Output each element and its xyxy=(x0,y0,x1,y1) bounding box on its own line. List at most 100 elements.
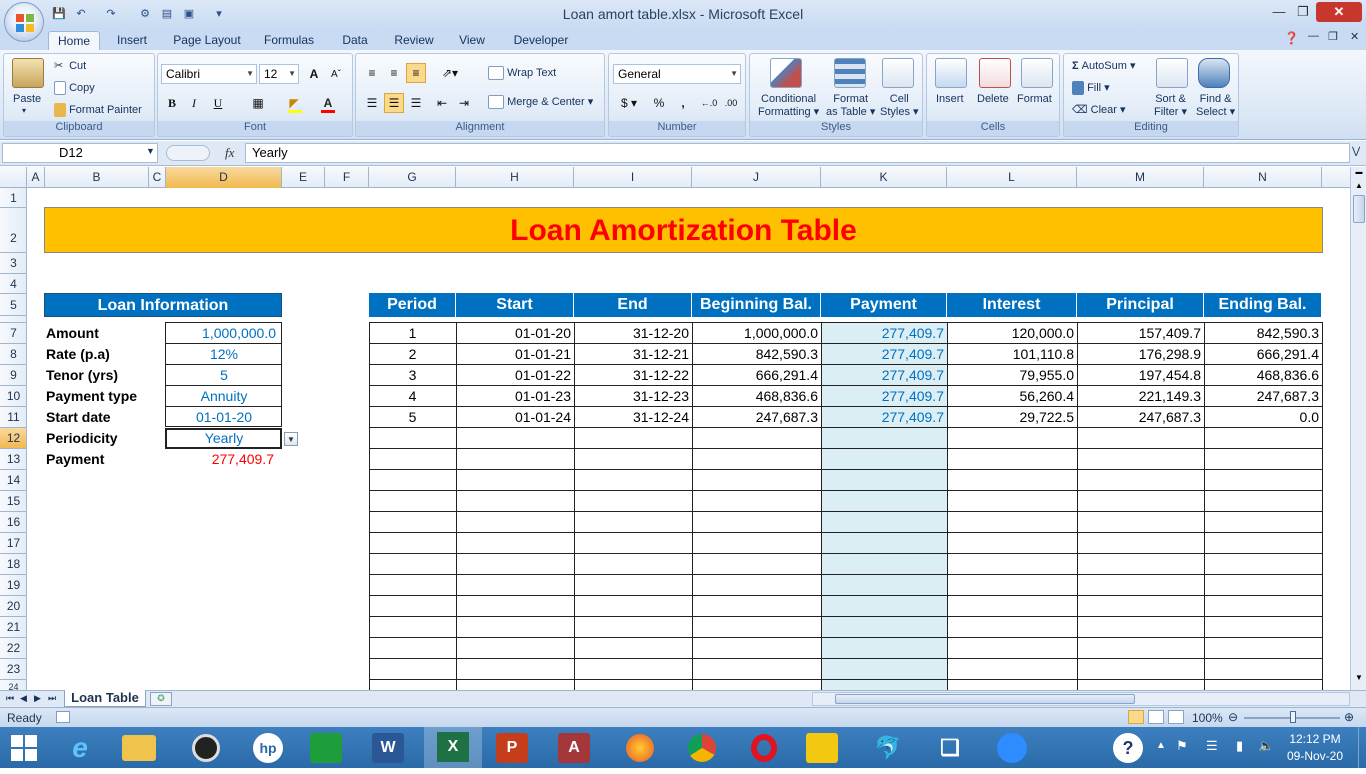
comma-button[interactable]: , xyxy=(673,93,693,113)
formula-input[interactable]: Yearly xyxy=(245,143,1350,163)
delete-cells-icon[interactable] xyxy=(979,58,1011,88)
tab-developer[interactable]: Developer xyxy=(504,31,578,50)
underline-button[interactable]: U xyxy=(208,93,228,113)
format-as-table-icon[interactable] xyxy=(834,58,866,88)
tab-review[interactable]: Review xyxy=(388,31,440,50)
cut-button[interactable]: ✂ Cut xyxy=(54,59,86,73)
table-cell[interactable]: 157,409.7 xyxy=(1077,323,1204,343)
paste-icon[interactable] xyxy=(12,58,44,88)
table-cell[interactable]: 0.0 xyxy=(1204,407,1322,427)
firefox-icon[interactable] xyxy=(620,731,660,764)
row-header-2[interactable]: 2 xyxy=(0,208,26,253)
page-layout-view-icon[interactable] xyxy=(1148,710,1164,724)
macro-record-icon[interactable] xyxy=(56,711,70,723)
row-header-3[interactable]: 3 xyxy=(0,253,26,274)
show-desktop-button[interactable] xyxy=(1358,727,1366,768)
battery-icon[interactable]: ▮ xyxy=(1236,738,1243,754)
table-cell[interactable]: 1 xyxy=(369,323,456,343)
format-cells-icon[interactable] xyxy=(1021,58,1053,88)
column-header-f[interactable]: F xyxy=(325,167,369,188)
file-explorer-icon[interactable] xyxy=(122,735,156,761)
zoom-level[interactable]: 100% xyxy=(1192,711,1223,725)
table-cell[interactable]: 176,298.9 xyxy=(1077,344,1204,364)
row-header-15[interactable]: 15 xyxy=(0,491,26,512)
close-button[interactable]: ✕ xyxy=(1316,2,1362,22)
grow-font-button[interactable]: A xyxy=(304,64,324,84)
number-format-combo[interactable]: General ▼ xyxy=(613,64,741,84)
powerpoint-icon[interactable]: P xyxy=(496,733,528,763)
table-cell[interactable]: 197,454.8 xyxy=(1077,365,1204,385)
table-cell[interactable]: 277,409.7 xyxy=(821,407,947,427)
decrease-indent-icon[interactable]: ⇤ xyxy=(432,93,452,113)
table-cell[interactable]: 01-01-23 xyxy=(456,386,574,406)
table-cell[interactable]: 468,836.6 xyxy=(1204,365,1322,385)
align-left-icon[interactable]: ☰ xyxy=(362,93,382,113)
table-cell[interactable]: 01-01-20 xyxy=(456,323,574,343)
conditional-formatting-icon[interactable] xyxy=(770,58,802,88)
row-header-17[interactable]: 17 xyxy=(0,533,26,554)
table-cell[interactable]: 120,000.0 xyxy=(947,323,1077,343)
zoom-icon[interactable] xyxy=(992,731,1032,764)
align-middle-icon[interactable]: ≡ xyxy=(384,63,404,83)
column-header-m[interactable]: M xyxy=(1077,167,1204,188)
minimize-button[interactable]: — xyxy=(1266,2,1292,22)
zoom-in-icon[interactable]: ⊕ xyxy=(1344,710,1354,724)
fill-button[interactable]: Fill ▾ xyxy=(1072,81,1110,96)
column-header-a[interactable]: A xyxy=(27,167,45,188)
ribbon-restore-button[interactable]: ❐ xyxy=(1328,30,1338,43)
network-status-icon[interactable]: ⚑ xyxy=(1176,738,1188,754)
hp-icon[interactable]: hp xyxy=(248,731,288,764)
row-header-4[interactable]: 4 xyxy=(0,274,26,294)
horizontal-scroll-thumb[interactable] xyxy=(835,694,1135,704)
table-cell[interactable]: 221,149.3 xyxy=(1077,386,1204,406)
expand-formula-bar-icon[interactable]: ⋁ xyxy=(1352,146,1360,157)
insert-sheet-icon[interactable]: ✪ xyxy=(150,692,172,706)
restore-button[interactable]: ❐ xyxy=(1290,2,1316,22)
table-cell[interactable]: 666,291.4 xyxy=(1204,344,1322,364)
row-header-14[interactable]: 14 xyxy=(0,470,26,491)
row-header-5[interactable]: 5 xyxy=(0,294,26,316)
column-header-i[interactable]: I xyxy=(574,167,692,188)
loan-value[interactable]: 277,409.7 xyxy=(166,449,282,470)
tab-page-layout[interactable]: Page Layout xyxy=(168,31,246,50)
loan-value[interactable]: 01-01-20 xyxy=(166,407,282,428)
network-app-icon[interactable]: ❏ xyxy=(930,731,970,764)
table-cell[interactable]: 79,955.0 xyxy=(947,365,1077,385)
insert-cells-icon[interactable] xyxy=(935,58,967,88)
align-bottom-icon[interactable]: ≡ xyxy=(406,63,426,83)
column-header-l[interactable]: L xyxy=(947,167,1077,188)
table-cell[interactable]: 247,687.3 xyxy=(1204,386,1322,406)
table-cell[interactable]: 277,409.7 xyxy=(821,323,947,343)
loan-value[interactable]: 5 xyxy=(166,365,282,386)
row-header-13[interactable]: 13 xyxy=(0,449,26,470)
row-header-19[interactable]: 19 xyxy=(0,575,26,596)
loan-value[interactable]: Annuity xyxy=(166,386,282,407)
row-header-10[interactable]: 10 xyxy=(0,386,26,407)
zoom-slider-thumb[interactable] xyxy=(1290,711,1296,723)
column-header-n[interactable]: N xyxy=(1204,167,1322,188)
tray-expand-icon[interactable]: ▲ xyxy=(1156,740,1166,751)
table-cell[interactable]: 01-01-22 xyxy=(456,365,574,385)
row-header-11[interactable]: 11 xyxy=(0,407,26,428)
table-cell[interactable]: 247,687.3 xyxy=(1077,407,1204,427)
conditional-formatting-button[interactable]: Conditional Formatting ▾ xyxy=(758,93,819,119)
table-cell[interactable]: 29,722.5 xyxy=(947,407,1077,427)
table-cell[interactable]: 4 xyxy=(369,386,456,406)
ribbon-minimize-button[interactable]: — xyxy=(1308,30,1319,42)
sort-filter-icon[interactable] xyxy=(1156,58,1188,88)
table-cell[interactable]: 3 xyxy=(369,365,456,385)
font-size-combo[interactable]: 12 ▼ xyxy=(259,64,299,84)
vertical-scroll-thumb[interactable] xyxy=(1353,195,1365,223)
tab-view[interactable]: View xyxy=(452,31,492,50)
chrome-icon[interactable] xyxy=(682,731,722,764)
clock-date[interactable]: 09-Nov-20 xyxy=(1286,749,1344,763)
table-cell[interactable]: 2 xyxy=(369,344,456,364)
next-sheet-icon[interactable]: ▶ xyxy=(34,693,41,704)
worksheet[interactable]: Loan Amortization Table Loan Information… xyxy=(27,188,1350,690)
clock-time[interactable]: 12:12 PM xyxy=(1286,732,1344,746)
word-icon[interactable]: W xyxy=(372,733,404,763)
formula-bar-splitter[interactable] xyxy=(166,145,210,161)
column-header-k[interactable]: K xyxy=(821,167,947,188)
align-center-icon[interactable]: ☰ xyxy=(384,93,404,113)
column-header-j[interactable]: J xyxy=(692,167,821,188)
